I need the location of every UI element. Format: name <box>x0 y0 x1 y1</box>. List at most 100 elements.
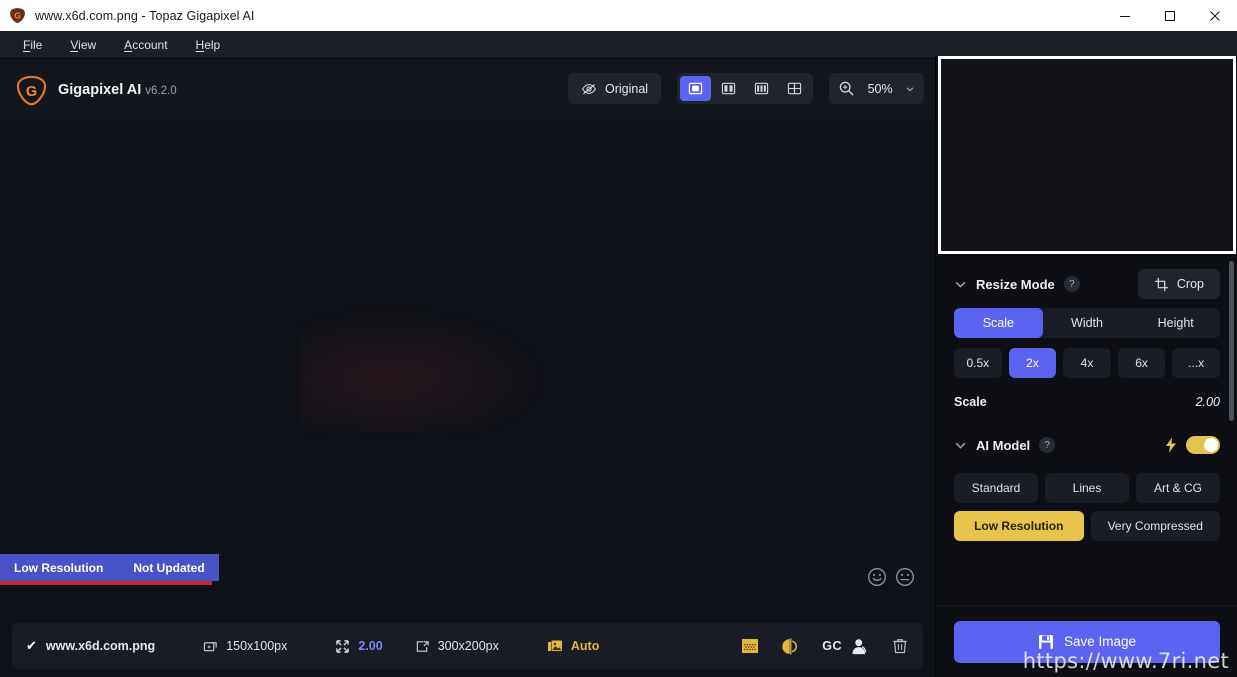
input-size-value: 150x100px <box>226 639 288 653</box>
tab-scale[interactable]: Scale <box>954 308 1043 338</box>
input-dimensions: 150x100px <box>203 639 287 654</box>
brand-version-text: v6.2.0 <box>145 85 177 97</box>
menu-help[interactable]: Help <box>185 34 232 56</box>
ai-model-section-header[interactable]: AI Model ? <box>954 421 1220 469</box>
gigapixel-app-window: G www.x6d.com.png - Topaz Gigapixel AI F… <box>0 0 1237 677</box>
ai-model-title: AI Model <box>976 437 1031 453</box>
file-row[interactable]: ✔ www.x6d.com.png 150x100px 2.00 300x200… <box>12 623 923 669</box>
scale-preset-4x[interactable]: 4x <box>1063 348 1111 378</box>
title-bar: G www.x6d.com.png - Topaz Gigapixel AI <box>0 0 1237 31</box>
zoom-level-value: 50% <box>867 81 893 96</box>
ai-model-row-1: Standard Lines Art & CG <box>954 473 1220 503</box>
scale-preset-0_5x[interactable]: 0.5x <box>954 348 1002 378</box>
contrast-icon[interactable] <box>781 637 800 656</box>
file-name: www.x6d.com.png <box>45 639 156 653</box>
scale-preset-row: 0.5x 2x 4x 6x ...x <box>954 348 1220 378</box>
brand: G Gigapixel AI v6.2.0 <box>16 75 177 106</box>
trash-icon[interactable] <box>891 637 909 655</box>
view-mode-split-two[interactable] <box>713 76 744 101</box>
svg-text:G: G <box>26 83 37 99</box>
view-mode-single[interactable] <box>680 76 712 101</box>
noise-texture-icon[interactable] <box>741 637 759 655</box>
menu-view[interactable]: View <box>59 34 107 56</box>
model-low-resolution[interactable]: Low Resolution <box>954 511 1084 541</box>
tab-width[interactable]: Width <box>1043 308 1132 338</box>
right-settings-panel: Resize Mode ? Crop Scale Width Height 0.… <box>935 56 1237 677</box>
neutral-face-icon[interactable] <box>895 567 915 587</box>
scale-row-value[interactable]: 2.00 <box>1196 395 1220 409</box>
brand-name-text: Gigapixel AI <box>58 82 142 98</box>
menu-account-label: ccount <box>132 37 168 52</box>
brand-name: Gigapixel AI v6.2.0 <box>58 82 177 98</box>
mode-indicator[interactable]: Auto <box>547 638 599 654</box>
chevron-down-icon[interactable] <box>954 439 967 452</box>
model-very-compressed[interactable]: Very Compressed <box>1090 511 1220 541</box>
resize-mode-section-header[interactable]: Resize Mode ? Crop <box>954 260 1220 308</box>
zoom-control[interactable]: 50% <box>829 73 925 104</box>
scale-indicator: 2.00 <box>335 639 383 654</box>
chevron-down-icon[interactable] <box>954 278 967 291</box>
scale-preset-2x[interactable]: 2x <box>1008 348 1057 378</box>
output-dimensions: 300x200px <box>415 639 499 654</box>
scale-arrows-icon <box>335 639 350 654</box>
mode-value: Auto <box>570 639 600 653</box>
original-label: Original <box>605 81 649 96</box>
panel-scrollbar-thumb[interactable] <box>1229 261 1234 421</box>
person-icon <box>850 637 869 656</box>
resize-mode-title: Resize Mode <box>976 276 1055 292</box>
model-art-and-cg[interactable]: Art & CG <box>1136 473 1220 503</box>
minimize-button[interactable] <box>1102 0 1147 31</box>
menu-file[interactable]: File <box>12 34 53 56</box>
scale-value-row: Scale 2.00 <box>954 395 1220 409</box>
scale-row-label: Scale <box>954 395 987 409</box>
output-size-icon <box>415 639 430 654</box>
maximize-button[interactable] <box>1147 0 1192 31</box>
file-status-bar: ✔ www.x6d.com.png 150x100px 2.00 300x200… <box>0 615 935 677</box>
resize-mode-tabs: Scale Width Height <box>954 308 1220 338</box>
view-mode-split-three[interactable] <box>746 76 777 101</box>
status-badge-group: Low Resolution Not Updated <box>0 554 219 585</box>
panel-footer: Save Image <box>936 605 1237 677</box>
ai-model-row-2: Low Resolution Very Compressed <box>954 511 1220 541</box>
save-disk-icon <box>1038 634 1054 650</box>
close-button[interactable] <box>1192 0 1237 31</box>
save-image-button[interactable]: Save Image <box>954 620 1220 663</box>
window-controls <box>1102 0 1237 31</box>
face-recovery-control[interactable]: GC <box>822 637 869 656</box>
zoom-in-magnifier-icon <box>838 80 855 97</box>
menu-help-label: elp <box>204 37 221 52</box>
chevron-down-icon[interactable] <box>905 84 915 94</box>
menu-bar: File View Account Help <box>0 31 1237 59</box>
ai-model-toggle-group <box>1164 436 1220 454</box>
image-canvas[interactable]: Low Resolution Not Updated <box>0 121 935 615</box>
view-mode-grid[interactable] <box>779 76 810 101</box>
ai-model-toggle[interactable] <box>1186 436 1220 454</box>
brand-logo-icon: G <box>16 75 47 106</box>
navigator-preview[interactable] <box>938 56 1236 254</box>
model-standard[interactable]: Standard <box>954 473 1038 503</box>
status-badge: Low Resolution Not Updated <box>0 554 219 581</box>
crop-button[interactable]: Crop <box>1137 269 1220 299</box>
eye-slash-icon <box>581 81 597 97</box>
ai-model-help-icon[interactable]: ? <box>1039 437 1056 453</box>
original-toggle-button[interactable]: Original <box>568 73 662 104</box>
badge-underline <box>0 581 212 585</box>
scale-preset-custom[interactable]: ...x <box>1172 348 1220 378</box>
input-size-icon <box>203 639 218 654</box>
file-selected-check-icon[interactable]: ✔ <box>26 638 37 654</box>
menu-account[interactable]: Account <box>113 34 178 56</box>
resize-help-icon[interactable]: ? <box>1063 276 1080 292</box>
smiley-face-icon[interactable] <box>867 567 887 587</box>
model-lines[interactable]: Lines <box>1045 473 1129 503</box>
save-image-label: Save Image <box>1063 634 1137 649</box>
badge-not-updated: Not Updated <box>133 560 205 575</box>
scale-value: 2.00 <box>358 639 383 653</box>
canvas-image-content <box>300 301 560 431</box>
app-header: G Gigapixel AI v6.2.0 Original 50% <box>0 59 935 121</box>
panel-scroll-content: Resize Mode ? Crop Scale Width Height 0.… <box>936 260 1237 621</box>
badge-low-resolution: Low Resolution <box>14 560 104 575</box>
window-title: www.x6d.com.png - Topaz Gigapixel AI <box>35 8 255 23</box>
scale-preset-6x[interactable]: 6x <box>1117 348 1166 378</box>
image-stack-icon <box>547 638 563 654</box>
tab-height[interactable]: Height <box>1131 308 1220 338</box>
